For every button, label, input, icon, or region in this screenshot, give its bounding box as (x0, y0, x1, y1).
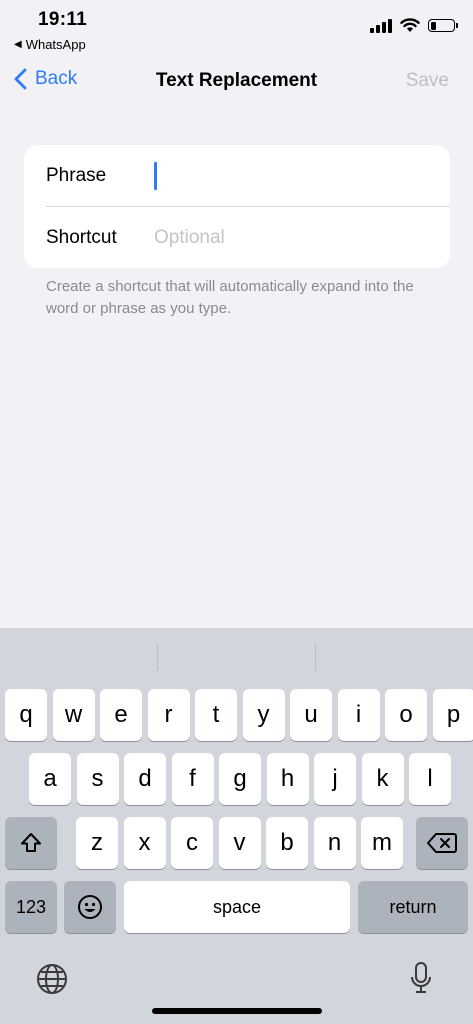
battery-level (430, 21, 436, 30)
phrase-row[interactable]: Phrase (46, 145, 450, 207)
space-key[interactable]: space (124, 881, 350, 933)
text-cursor (154, 161, 157, 190)
signal-icon (370, 18, 392, 33)
key-t[interactable]: t (195, 689, 237, 741)
status-icons (370, 18, 458, 33)
delete-icon (427, 833, 457, 853)
globe-icon (37, 964, 67, 994)
back-triangle-icon: ◀ (14, 39, 22, 50)
status-time: 19:11 (38, 9, 88, 30)
key-s[interactable]: s (76, 753, 119, 805)
battery-icon (428, 19, 458, 32)
microphone-button[interactable] (403, 958, 439, 998)
delete-key[interactable] (416, 817, 468, 869)
key-m[interactable]: m (361, 817, 403, 869)
emoji-key[interactable] (64, 881, 116, 933)
key-r[interactable]: r (147, 689, 190, 741)
key-k[interactable]: k (361, 753, 404, 805)
key-u[interactable]: u (290, 689, 332, 741)
shortcut-label: Shortcut (46, 226, 117, 248)
key-f[interactable]: f (171, 753, 214, 805)
key-e[interactable]: e (100, 689, 142, 741)
keyboard: qwertyuiop asdfghjkl zxcvbnm 123 space ret… (0, 628, 473, 1024)
key-n[interactable]: n (313, 817, 356, 869)
back-to-app-label: WhatsApp (25, 37, 86, 52)
back-to-app[interactable]: ◀ WhatsApp (14, 37, 86, 52)
emoji-icon (78, 895, 102, 919)
numbers-key[interactable]: 123 (5, 881, 57, 933)
key-o[interactable]: o (385, 689, 427, 741)
microphone-icon (411, 962, 431, 993)
prediction-divider (157, 643, 158, 671)
key-w[interactable]: w (52, 689, 95, 741)
shift-key[interactable] (5, 817, 57, 869)
helper-text: Create a shortcut that will automaticall… (46, 278, 414, 317)
shift-icon (21, 833, 41, 852)
key-b[interactable]: b (266, 817, 308, 869)
phrase-label: Phrase (46, 164, 107, 186)
key-j[interactable]: j (314, 753, 356, 805)
nav-bar: Back Text Replacement Save (0, 60, 473, 104)
save-button[interactable]: Save (406, 70, 449, 92)
globe-button[interactable] (33, 960, 71, 998)
key-g[interactable]: g (219, 753, 261, 805)
shortcut-input[interactable]: Optional (154, 227, 225, 249)
prediction-bar[interactable] (0, 628, 473, 684)
phrase-input[interactable] (154, 161, 157, 190)
key-l[interactable]: l (409, 753, 451, 805)
key-q[interactable]: q (5, 689, 47, 741)
wifi-icon (400, 18, 420, 32)
home-indicator (152, 1008, 322, 1014)
key-p[interactable]: p (432, 689, 473, 741)
key-x[interactable]: x (123, 817, 166, 869)
key-d[interactable]: d (124, 753, 166, 805)
key-y[interactable]: y (242, 689, 285, 741)
shortcut-row[interactable]: Shortcut Optional (46, 207, 450, 268)
key-v[interactable]: v (218, 817, 261, 869)
key-a[interactable]: a (29, 753, 71, 805)
text-replacement-form: Phrase Shortcut Optional (24, 145, 450, 268)
key-z[interactable]: z (76, 817, 118, 869)
key-c[interactable]: c (171, 817, 213, 869)
page-title: Text Replacement (155, 70, 318, 91)
return-key[interactable]: return (358, 881, 468, 933)
key-h[interactable]: h (266, 753, 309, 805)
prediction-divider (315, 643, 316, 671)
key-i[interactable]: i (337, 689, 380, 741)
